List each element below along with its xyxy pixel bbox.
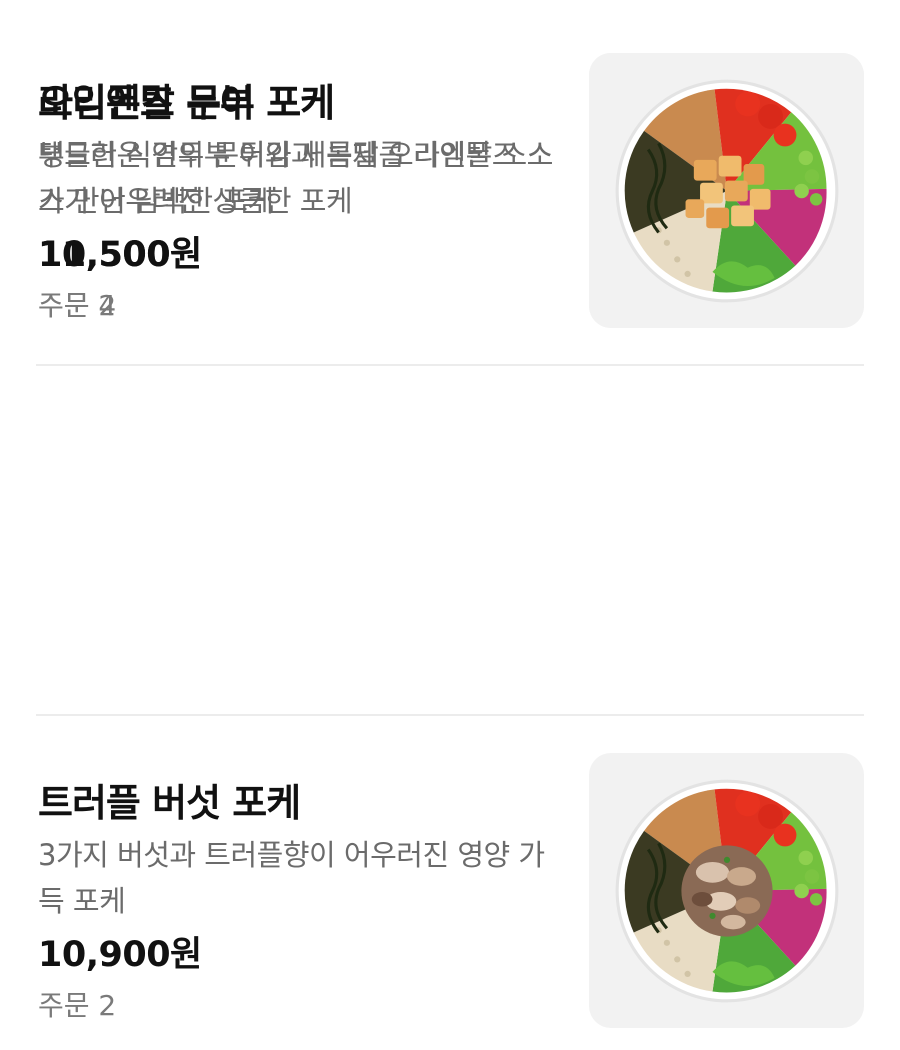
menu-item-description: 부드러운 연두부 튀김과 특제 오리엔탈 소스가 만난 담백한 포케 — [38, 138, 553, 218]
menu-item-image[interactable] — [589, 53, 864, 328]
divider — [36, 364, 864, 366]
menu-item-price: 10,500원 — [38, 235, 202, 275]
oriental-tofu-poke-bowl-icon — [615, 79, 838, 302]
menu-item-order-count: 주문 4 — [38, 289, 117, 322]
menu-item-name: 오리엔탈 두부 포케 — [38, 81, 335, 125]
menu-item-order-count: 주문 2 — [38, 989, 117, 1022]
menu-item-description: 3가지 버섯과 트러플향이 어우러진 영양 가득 포케 — [38, 838, 545, 918]
menu-item-name: 트러플 버섯 포케 — [38, 781, 301, 825]
menu-item-image[interactable] — [589, 753, 864, 1028]
menu-item[interactable]: 트러플 버섯 포케 3가지 버섯과 트러플향이 어우러진 영양 가득 포케 10… — [0, 700, 900, 1050]
menu-item[interactable]: 오리엔탈 두부 포케 부드러운 연두부 튀김과 특제 오리엔탈 소스가 만난 담… — [0, 0, 900, 350]
menu-item-price: 10,900원 — [38, 935, 202, 975]
menu-list: 라임폰즈 문어 포케 탱글한 식감의 문어와 새콤달콤 라임폰즈 소스가 어우러… — [0, 0, 900, 1037]
truffle-mushroom-poke-bowl-icon — [615, 779, 838, 1002]
divider — [36, 714, 864, 716]
